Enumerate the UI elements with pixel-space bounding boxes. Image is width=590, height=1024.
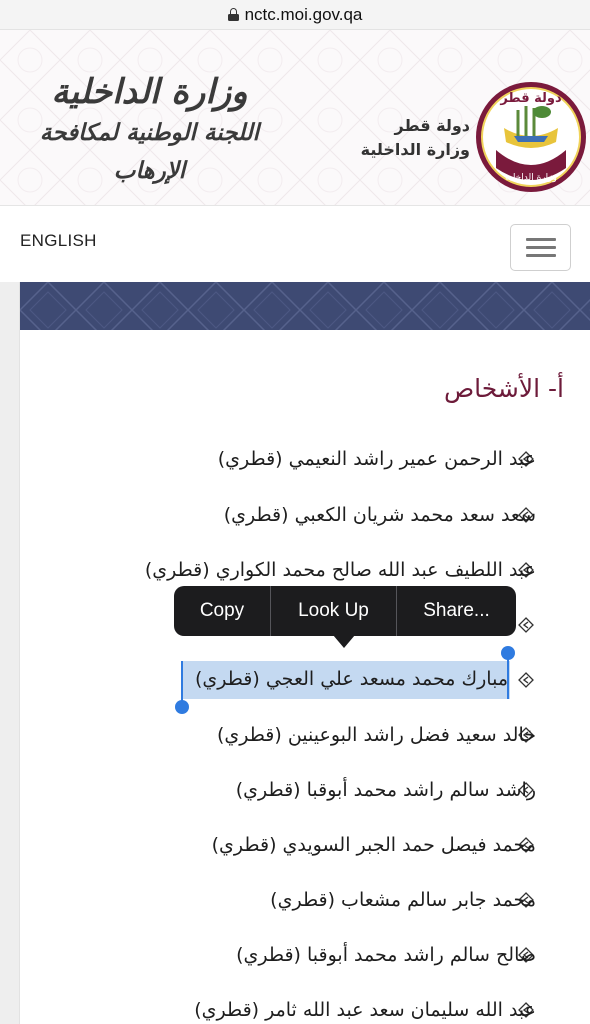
list-item: عبد الرحمن عمير راشد النعيمي (قطري) <box>217 448 536 470</box>
site-header: وزارة الداخلية اللجنة الوطنية لمكافحة ال… <box>0 30 590 206</box>
list-item: سعد سعد محمد شريان الكعبي (قطري) <box>223 504 536 526</box>
context-menu-pointer <box>333 635 355 648</box>
text-context-menu: Copy Look Up Share... <box>174 586 516 636</box>
list-item: صالح سالم راشد محمد أبوقبا (قطري) <box>236 944 536 966</box>
list-item: راشد سالم راشد محمد أبوقبا (قطري) <box>235 779 536 801</box>
look-up-button[interactable]: Look Up <box>271 586 396 636</box>
left-edge-strip <box>0 282 20 1024</box>
arrow-bullet-icon <box>518 617 534 633</box>
ministry-name: وزارة الداخلية <box>360 140 470 159</box>
state-ministry-label: دولة قطر وزارة الداخلية <box>360 114 470 162</box>
copy-button[interactable]: Copy <box>174 586 270 636</box>
list-item: عبد اللطيف عبد الله صالح محمد الكواري (ق… <box>144 559 536 581</box>
state-name: دولة قطر <box>394 116 470 135</box>
emblem-ring-text: وزارة الداخلية <box>505 173 557 183</box>
language-link-english[interactable]: ENGLISH <box>20 231 97 251</box>
list-item-selected[interactable]: مبارك محمد مسعد علي العجي (قطري) <box>195 668 508 690</box>
share-button[interactable]: Share... <box>397 586 516 636</box>
selection-end-handle[interactable] <box>507 655 509 699</box>
arrow-bullet-icon <box>518 672 534 688</box>
section-heading-persons: أ- الأشخاص <box>443 374 564 403</box>
qatar-emblem-icon: دولة قطر وزارة الداخلية <box>476 82 586 192</box>
selection-end-handle-knob[interactable] <box>501 646 515 660</box>
url-text[interactable]: nctc.moi.gov.qa <box>245 5 363 25</box>
list-item: محمد فيصل حمد الجبر السويدي (قطري) <box>211 834 536 856</box>
ministry-calligraphy-title: وزارة الداخلية اللجنة الوطنية لمكافحة ال… <box>12 70 287 190</box>
emblem-label: دولة قطر <box>499 91 562 106</box>
selection-start-handle-knob[interactable] <box>175 700 189 714</box>
list-item: محمد جابر سالم مشعاب (قطري) <box>270 889 536 911</box>
ministry-title-line2: اللجنة الوطنية لمكافحة الإرهاب <box>39 119 260 184</box>
hamburger-icon-bar <box>526 254 556 257</box>
ministry-title-line1: وزارة الداخلية <box>51 72 248 112</box>
banner-pattern <box>20 282 590 330</box>
hamburger-menu-button[interactable] <box>510 224 571 271</box>
list-item: خالد سعيد فضل راشد البوعينين (قطري) <box>216 724 536 746</box>
hamburger-icon-bar <box>526 246 556 249</box>
lock-icon <box>227 8 239 21</box>
list-item: عبد الله سليمان سعد عبد الله ثامر (قطري) <box>194 999 536 1021</box>
hamburger-icon <box>526 238 556 241</box>
selection-start-handle[interactable] <box>181 661 183 705</box>
address-bar[interactable]: nctc.moi.gov.qa <box>0 0 590 30</box>
page-banner <box>20 282 590 330</box>
